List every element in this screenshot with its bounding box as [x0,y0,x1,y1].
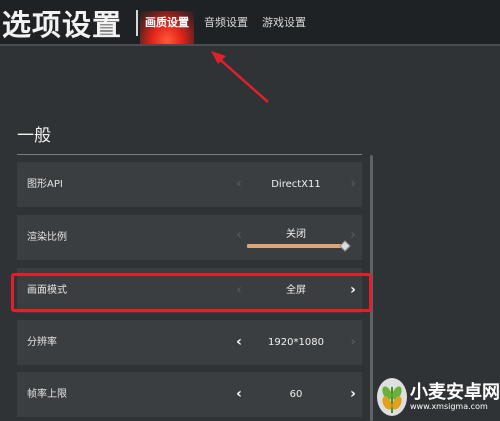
section-divider [17,154,362,155]
setting-row-render-scale[interactable]: 渲染比例 ‹ 关闭 › [17,215,362,260]
setting-label: 分辨率 [27,337,57,348]
setting-value: DirectX11 [271,179,321,190]
chevron-right-icon[interactable]: › [343,372,363,417]
watermark: 小麦安卓网 www.xmsigma.com [375,375,500,421]
watermark-url: www.xmsigma.com [410,402,488,411]
wheat-logo-icon [377,378,407,416]
setting-row-resolution[interactable]: 分辨率 ‹ 1920*1080 › [17,320,362,365]
setting-value: 1920*1080 [268,337,324,348]
setting-row-frame-rate[interactable]: 帧率上限 ‹ 60 › [17,372,362,417]
chevron-right-icon[interactable]: › [343,320,363,365]
setting-label: 渲染比例 [27,232,67,243]
section-title-general: 一般 [17,126,51,146]
setting-label: 图形API [27,179,63,190]
render-scale-slider[interactable] [247,244,345,248]
setting-value: 关闭 [286,229,306,240]
setting-row-graphics-api[interactable]: 图形API ‹ DirectX11 › [17,162,362,207]
highlight-box [11,273,372,312]
setting-value: 60 [289,389,303,400]
setting-label: 帧率上限 [27,389,67,400]
chevron-right-icon[interactable]: › [343,162,363,207]
watermark-name: 小麦安卓网 [410,382,500,403]
chevron-right-icon[interactable]: › [343,215,363,260]
